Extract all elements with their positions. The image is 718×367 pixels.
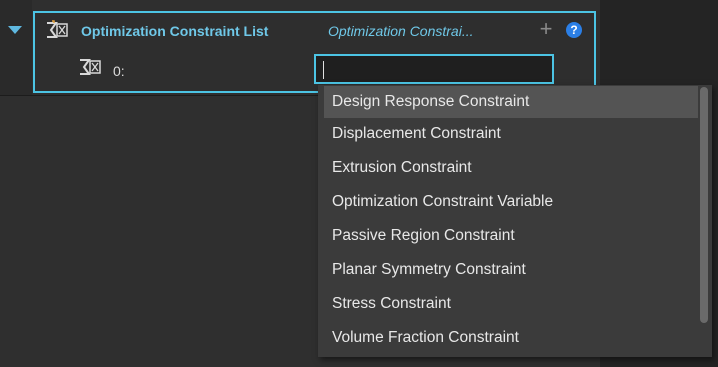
sigma-constraint-icon <box>78 57 102 77</box>
item-index-label: 0: <box>113 63 125 79</box>
constraint-list-title: Optimization Constraint List <box>81 23 269 39</box>
dropdown-scrollbar[interactable] <box>700 87 708 323</box>
text-caret <box>323 61 324 79</box>
dropdown-option[interactable]: Planar Symmetry Constraint <box>324 254 698 286</box>
sigma-constraint-icon <box>45 20 69 40</box>
dropdown-option[interactable]: Volume Fraction Constraint <box>324 322 698 354</box>
dropdown-option[interactable]: Displacement Constraint <box>324 118 698 150</box>
caret-down-icon[interactable] <box>8 26 22 34</box>
constraint-type-input[interactable] <box>314 54 554 84</box>
tree-gutter <box>0 0 32 95</box>
dropdown-option[interactable]: Optimization Constraint Variable <box>324 186 698 218</box>
help-button[interactable]: ? <box>566 22 582 38</box>
constraint-editor: Optimization Constraint List Optimizatio… <box>0 0 718 367</box>
dropdown-option[interactable]: Extrusion Constraint <box>324 152 698 184</box>
row-divider <box>0 95 325 96</box>
constraint-list-type: Optimization Constrai... <box>328 23 474 39</box>
dropdown-option[interactable]: Design Response Constraint <box>324 86 698 118</box>
add-constraint-button[interactable]: + <box>536 17 556 41</box>
constraint-type-dropdown: Design Response Constraint Displacement … <box>318 85 712 357</box>
dropdown-option[interactable]: Stress Constraint <box>324 288 698 320</box>
dropdown-option[interactable]: Passive Region Constraint <box>324 220 698 252</box>
